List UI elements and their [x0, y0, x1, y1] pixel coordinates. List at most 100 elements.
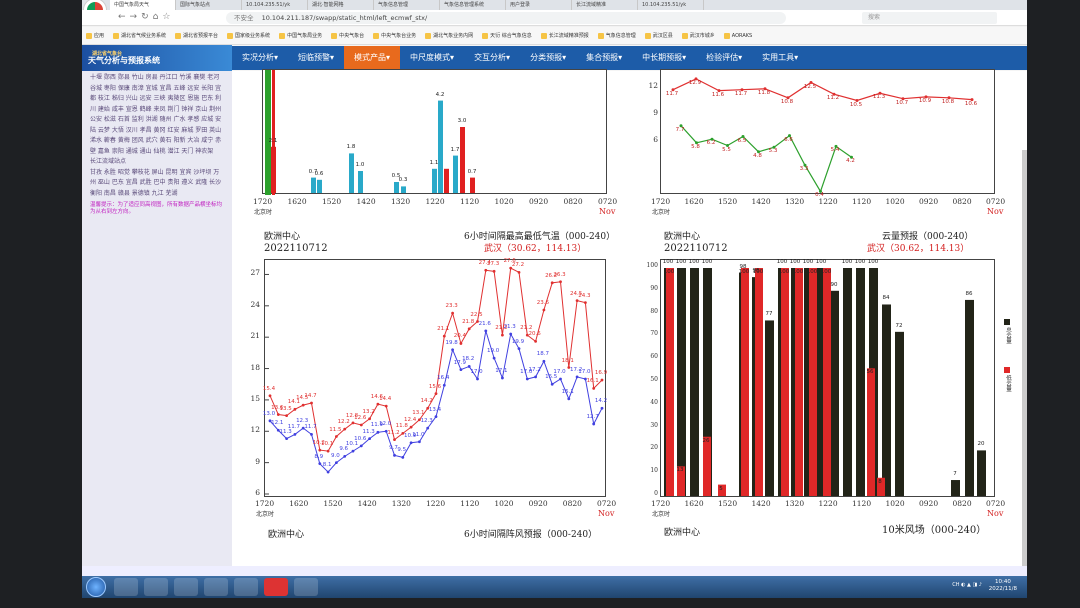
city-list-2[interactable]: 甘孜 永胜 昭觉 攀枝花 屏山 昆明 宜宾 沙坪坝 万州 巫山 巴东 宜昌 武胜…: [90, 168, 224, 200]
chrome-taskbar-icon[interactable]: [174, 578, 198, 596]
data-label: 100: [792, 269, 804, 275]
bookmark-item[interactable]: 武汉区县: [644, 32, 673, 39]
back-icon[interactable]: ←: [118, 12, 130, 22]
data-label: 18.2: [462, 356, 475, 363]
data-point: [517, 270, 521, 274]
search-box[interactable]: 搜索: [862, 12, 997, 24]
page-scrollbar[interactable]: [1022, 150, 1027, 570]
x-tick-label: 1020: [494, 197, 514, 206]
x-tick-label: 1720: [651, 499, 671, 508]
bookmark-item[interactable]: 湖北省气候业务系统: [113, 32, 166, 39]
bookmark-item[interactable]: 湖北省预报平台: [175, 32, 218, 39]
bookmark-item[interactable]: 中央气象台: [331, 32, 364, 39]
data-point: [542, 359, 546, 363]
browser-tab[interactable]: 用户登录: [506, 0, 572, 10]
menu-item[interactable]: 中长期预报▾: [632, 46, 696, 70]
nov-label: Nov: [987, 207, 1004, 216]
city-list[interactable]: 十堰 郧西 郧县 竹山 房县 丹江口 竹溪 襄樊 老河 谷城 枣阳 保康 南漳 …: [90, 73, 224, 157]
app2-icon[interactable]: [294, 578, 318, 596]
data-label: 0.3: [398, 177, 408, 184]
bookmark-item[interactable]: 中央气象台业务: [373, 32, 416, 39]
menu-item[interactable]: 检验评估▾: [696, 46, 752, 70]
data-label: 56: [866, 369, 874, 376]
browser-tab[interactable]: 10.104.235.51/yk: [242, 0, 308, 10]
browser-tab[interactable]: 国际气象站点: [176, 0, 242, 10]
browser-tab[interactable]: 长江流域精准: [572, 0, 638, 10]
menu-item[interactable]: 模式产品▾: [344, 46, 401, 70]
y-tick-label: 9: [255, 456, 260, 466]
clock[interactable]: 10:40 2022/11/8: [989, 579, 1017, 593]
menu-item[interactable]: 分类预报▾: [520, 46, 576, 70]
y-tick-label: 20: [650, 444, 658, 452]
system-tray[interactable]: CH ◐ ▲ ◨ ♪: [952, 582, 982, 588]
data-label: 10.6: [354, 435, 367, 442]
bookmark-item[interactable]: 天衍 综合气象信息: [482, 32, 532, 39]
nav-buttons[interactable]: ←→↻⌂☆: [118, 12, 174, 22]
data-point: [592, 422, 596, 426]
bar: [432, 168, 437, 193]
bookmark-item[interactable]: 国家级业务系统: [227, 32, 270, 39]
window-icon[interactable]: [234, 578, 258, 596]
bookmark-item[interactable]: 湖北气象业务内网: [425, 32, 473, 39]
data-point: [476, 377, 479, 381]
bookmark-item[interactable]: 武汉市城乡: [681, 32, 715, 39]
x-tick-label: 1320: [785, 197, 805, 206]
menu-item[interactable]: 短临预警▾: [288, 46, 344, 70]
bookmark-item[interactable]: AORAKS: [723, 32, 752, 39]
data-label: 10.7: [895, 99, 909, 106]
data-label: 10.1: [320, 441, 334, 448]
bar: [460, 127, 465, 193]
menu-item[interactable]: 集合预报▾: [576, 46, 632, 70]
data-label: 1.7: [450, 146, 460, 153]
forward-icon[interactable]: →: [130, 12, 142, 22]
data-label: 16.5: [545, 374, 558, 381]
data-label: 11.6: [711, 91, 725, 98]
menu-item[interactable]: 实况分析▾: [232, 46, 288, 70]
browser-tab[interactable]: 10.104.235.51/yk: [638, 0, 704, 10]
folder-icon: [86, 32, 92, 39]
bookmark-item[interactable]: 应用: [86, 32, 104, 39]
data-label: 1.0: [355, 162, 365, 168]
menu-item[interactable]: 实用工具▾: [752, 46, 808, 70]
home-icon[interactable]: ⌂: [153, 12, 163, 22]
x-tick-label: 1020: [885, 499, 905, 508]
url-input[interactable]: 不安全 10.104.211.187/swapp/static_html/lef…: [226, 12, 786, 24]
reload-icon[interactable]: ↻: [141, 12, 153, 22]
bookmark-item[interactable]: 气象信息管理: [597, 32, 636, 39]
chart-date: 2022110712: [664, 243, 728, 254]
menu-item[interactable]: 交互分析▾: [464, 46, 520, 70]
browser-tab[interactable]: 湖北·智能网格: [308, 0, 374, 10]
data-label: 5.4: [830, 147, 840, 154]
y-tick-label: 27: [250, 268, 260, 278]
y-tick-label: 40: [650, 398, 658, 406]
star-icon[interactable]: ☆: [162, 12, 174, 22]
data-point: [326, 470, 330, 474]
x-tick-label: 1220: [818, 197, 838, 206]
menu-item[interactable]: 中尺度模式▾: [400, 46, 464, 70]
browser-tab[interactable]: 气象信息管理系统: [440, 0, 506, 10]
bookmark-label: 中国气象局业务: [287, 33, 323, 39]
data-label: 11.8: [757, 89, 771, 96]
data-label: 6.2: [706, 140, 716, 147]
bookmark-item[interactable]: 中国气象局业务: [279, 32, 322, 39]
data-point: [351, 449, 355, 453]
data-label: 21.3: [503, 324, 516, 331]
x-tick-label: 1420: [751, 197, 771, 206]
wps-icon[interactable]: [264, 578, 288, 596]
ie-icon[interactable]: [114, 578, 138, 596]
chart-location: 武汉（30.62，114.13）: [484, 244, 587, 254]
browser-tab[interactable]: 中国气象局天气: [110, 0, 176, 10]
x-tick-label: 1120: [852, 499, 872, 508]
data-label: 12.2: [337, 419, 350, 426]
explorer-icon[interactable]: [144, 578, 168, 596]
start-icon[interactable]: [86, 577, 106, 597]
bar: [703, 436, 711, 496]
app-icon[interactable]: [204, 578, 228, 596]
bookmark-label: 湖北省气候业务系统: [121, 33, 167, 39]
data-label: 12.3: [420, 418, 433, 425]
app-logo: 湖北省气象台 天气分析与预报系统: [82, 45, 232, 71]
bookmark-item[interactable]: 长江流域精准预报: [540, 32, 589, 39]
data-label: 100: [688, 259, 700, 265]
browser-tab[interactable]: 气象信息管理: [374, 0, 440, 10]
data-label: 8.9: [314, 453, 324, 460]
